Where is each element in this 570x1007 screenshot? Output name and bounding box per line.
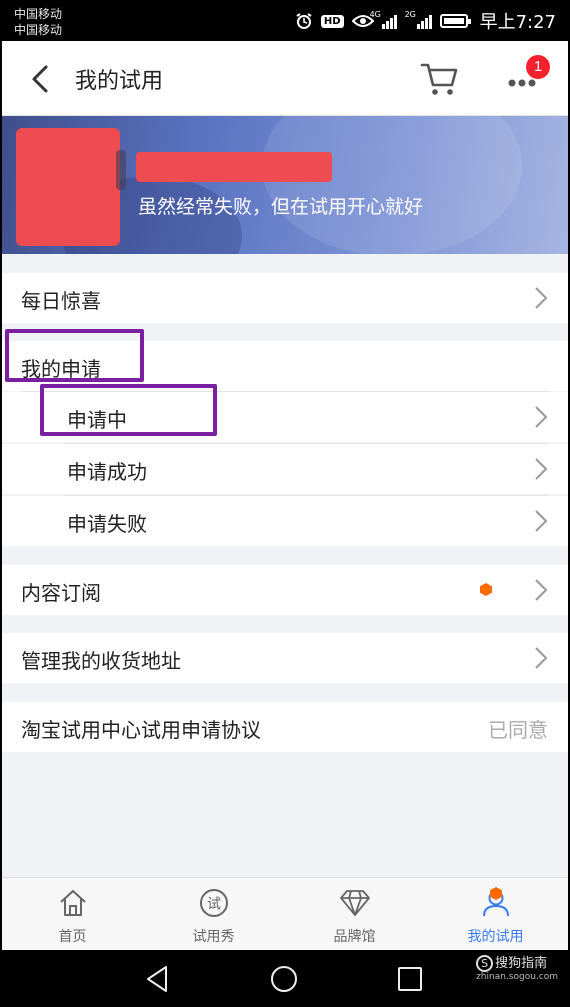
- svg-text:试: 试: [207, 897, 221, 913]
- notification-badge: 1: [526, 55, 550, 79]
- new-dot-icon: [480, 583, 492, 596]
- page-title: 我的试用: [75, 69, 164, 94]
- back-triangle-icon[interactable]: [142, 963, 174, 995]
- recents-square-icon[interactable]: [394, 963, 426, 995]
- tab-label: 首页: [58, 929, 87, 945]
- diamond-icon: [339, 890, 370, 916]
- clock: 早上7:27: [479, 12, 556, 33]
- bottom-tab-bar: 首页 试 试用秀 品牌馆 我的试用: [2, 877, 568, 950]
- tab-label: 我的试用: [467, 929, 524, 945]
- profile-banner: 虽然经常失败，但在试用开心就好: [2, 116, 568, 254]
- sogou-logo-icon: S: [476, 955, 494, 972]
- chevron-right-icon: [535, 287, 548, 309]
- status-bar: 中国移动 中国移动 HD 4G 2G 早上7:27: [0, 0, 570, 41]
- chevron-right-icon: [535, 510, 548, 532]
- new-dot-icon: [489, 887, 502, 900]
- menu-item-apply-failed[interactable]: 申请失败: [2, 496, 568, 546]
- hd-icon: HD: [320, 14, 344, 28]
- menu-item-label: 管理我的收货地址: [21, 649, 181, 673]
- tab-brand-hall[interactable]: 品牌馆: [284, 878, 425, 951]
- app-screen: 我的试用 1 虽然经常失败，但在试用开心就好 每日惊喜 我的申请 申请中 申请成…: [2, 41, 568, 950]
- menu-item-apply-success[interactable]: 申请成功: [2, 444, 568, 494]
- top-nav-bar: 我的试用 1: [2, 41, 568, 116]
- chevron-right-icon: [535, 458, 548, 480]
- menu-item-label: 申请失败: [67, 512, 147, 536]
- status-icons: HD 4G 2G 早上7:27: [295, 8, 556, 34]
- menu-item-label: 内容订阅: [21, 581, 101, 605]
- chevron-right-icon: [535, 406, 548, 428]
- alarm-icon: [296, 13, 312, 29]
- tab-label: 试用秀: [192, 929, 235, 945]
- home-icon: [59, 890, 86, 916]
- battery-icon: [439, 14, 471, 28]
- user-name-redacted: [136, 152, 332, 182]
- back-button[interactable]: [22, 59, 62, 99]
- signal-icon-2: 2G: [405, 10, 432, 29]
- home-circle-icon[interactable]: [268, 963, 300, 995]
- highlight-box-my-applications: [5, 329, 144, 382]
- carrier-1: 中国移动: [14, 7, 63, 21]
- system-nav-bar: S 搜狗指南 zhinan.sogou.com: [0, 950, 570, 1007]
- sogou-watermark: S 搜狗指南 zhinan.sogou.com: [476, 952, 558, 982]
- avatar[interactable]: [16, 128, 126, 246]
- signal-icon-1: 4G: [370, 10, 397, 29]
- watermark-url: zhinan.sogou.com: [476, 972, 558, 982]
- tab-my-trial[interactable]: 我的试用: [425, 878, 566, 951]
- menu-item-agreement[interactable]: 淘宝试用中心试用申请协议 已同意: [2, 702, 568, 752]
- menu-item-label: 淘宝试用中心试用申请协议: [21, 718, 261, 742]
- menu-item-label: 每日惊喜: [21, 289, 101, 313]
- chevron-right-icon: [535, 647, 548, 669]
- menu-item-content-subscription[interactable]: 内容订阅: [2, 565, 568, 615]
- cart-icon[interactable]: [418, 57, 460, 99]
- carrier-info: 中国移动 中国移动: [14, 6, 62, 38]
- watermark-text: 搜狗指南: [495, 956, 548, 971]
- tab-home[interactable]: 首页: [2, 878, 143, 951]
- profile-slogan: 虽然经常失败，但在试用开心就好: [138, 196, 424, 218]
- chevron-right-icon: [535, 579, 548, 601]
- menu-item-manage-address[interactable]: 管理我的收货地址: [2, 633, 568, 683]
- menu-item-daily-surprise[interactable]: 每日惊喜: [2, 273, 568, 323]
- carrier-2: 中国移动: [14, 23, 63, 37]
- tab-trial-show[interactable]: 试 试用秀: [143, 878, 284, 951]
- trial-show-icon: 试: [199, 889, 228, 917]
- highlight-box-applying: [40, 384, 217, 436]
- agreement-status: 已同意: [488, 718, 548, 742]
- banner-decoration: [262, 116, 522, 254]
- menu-item-label: 申请成功: [67, 460, 147, 484]
- tab-label: 品牌馆: [333, 929, 376, 945]
